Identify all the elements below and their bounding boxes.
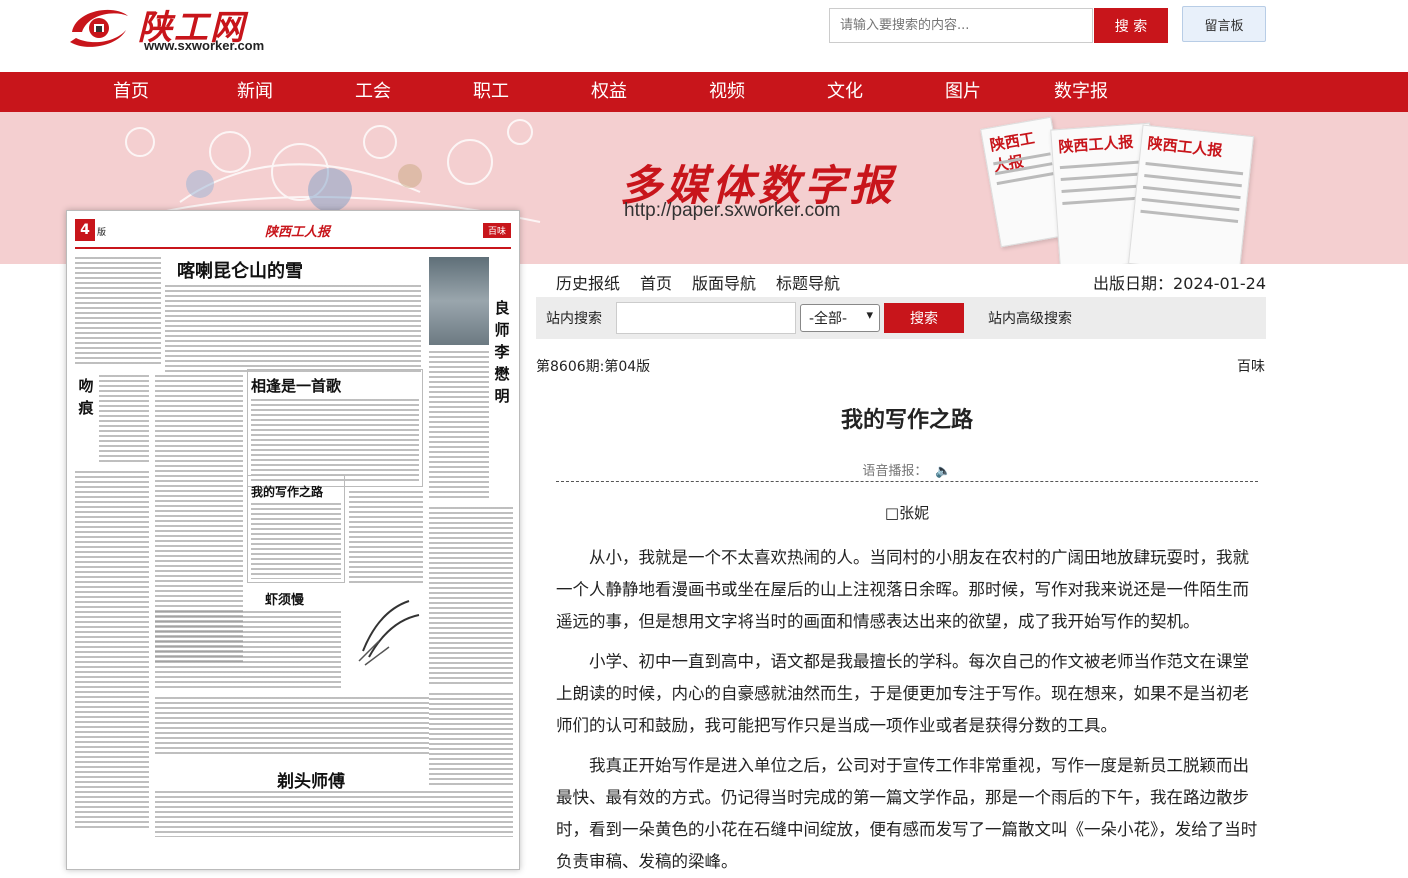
home-link[interactable]: 首页 xyxy=(640,270,672,294)
newspaper-masthead: 陕西工人报 xyxy=(1057,132,1134,157)
page-number: 4 xyxy=(75,219,95,241)
vertical-title[interactable]: 良师李懋明 xyxy=(493,297,511,407)
site-header: 陕工网 www.sxworker.com 搜 索 留言板 xyxy=(0,0,1408,72)
newspaper-masthead: 陕西工人报 xyxy=(988,128,1037,176)
nav-item-video[interactable]: 视频 xyxy=(687,72,767,112)
site-search-button[interactable]: 搜索 xyxy=(884,303,964,333)
logo-mark-icon xyxy=(70,9,128,47)
search-scope-value: -全部- xyxy=(809,311,848,327)
page-section: 百味 xyxy=(482,223,511,238)
banner-newspaper-image: 陕西工人报 xyxy=(1127,124,1255,264)
article-title: 我的写作之路 xyxy=(840,408,973,433)
site-search-input[interactable] xyxy=(616,302,796,334)
search-button[interactable]: 搜 索 xyxy=(1094,8,1168,43)
history-papers-link[interactable]: 历史报纸 xyxy=(556,270,620,294)
publish-date-label: 出版日期： xyxy=(1093,274,1174,293)
nav-item-union[interactable]: 工会 xyxy=(333,72,413,112)
site-search-label: 站内搜索 xyxy=(546,311,602,327)
headline-1[interactable]: 喀喇昆仑山的雪 xyxy=(177,257,303,283)
newspaper-masthead: 陕西工人报 xyxy=(1146,134,1224,160)
site-search-bar: 站内搜索 -全部- ▾ 搜索 站内高级搜索 xyxy=(536,297,1266,339)
page-number-suffix: 版 xyxy=(97,228,107,238)
nav-item-culture[interactable]: 文化 xyxy=(805,72,885,112)
nav-item-home[interactable]: 首页 xyxy=(91,72,171,112)
divider xyxy=(556,481,1258,482)
headline-3[interactable]: 我的写作之路 xyxy=(251,483,323,500)
headline-4[interactable]: 虾须慢 xyxy=(265,589,304,608)
nav-item-digital-paper[interactable]: 数字报 xyxy=(1041,72,1121,112)
issue-info: 第8606期:第04版 xyxy=(536,359,651,375)
voice-broadcast-label: 语音播报： xyxy=(862,464,928,479)
site-logo[interactable]: 陕工网 www.sxworker.com xyxy=(66,0,276,60)
logo-url: www.sxworker.com xyxy=(144,38,265,53)
headline-2[interactable]: 相逢是一首歌 xyxy=(251,375,341,396)
headline-5[interactable]: 剃头师傅 xyxy=(277,767,345,792)
voice-broadcast: 语音播报： 🔈 xyxy=(556,460,1258,479)
publish-date-value: 2024-01-24 xyxy=(1173,274,1266,293)
page-header: 4 版 陕西工人报 百味 xyxy=(75,219,511,249)
paper-toolbar: 历史报纸 首页 版面导航 标题导航 出版日期：2024-01-24 xyxy=(536,266,1266,296)
article-paragraph: 从小，我就是一个不太喜欢热闹的人。当同村的小朋友在农村的广阔田地放肆玩耍时，我就… xyxy=(556,548,1249,631)
article-paragraph: 我真正开始写作是进入单位之后，公司对于宣传工作非常重视，写作一度是新员工脱颖而出… xyxy=(556,756,1258,871)
page-nav-link[interactable]: 版面导航 xyxy=(692,270,756,294)
chevron-down-icon: ▾ xyxy=(866,308,873,323)
column-name: 百味 xyxy=(1237,359,1265,375)
vertical-title[interactable]: 吻痕 xyxy=(77,375,95,419)
nav-item-rights[interactable]: 权益 xyxy=(569,72,649,112)
shrimp-illustration xyxy=(358,600,420,666)
nav-item-news[interactable]: 新闻 xyxy=(215,72,295,112)
advanced-search-link[interactable]: 站内高级搜索 xyxy=(988,308,1072,328)
banner-url[interactable]: http://paper.sxworker.com xyxy=(624,200,841,222)
title-nav-link[interactable]: 标题导航 xyxy=(776,270,840,294)
speaker-icon[interactable]: 🔈 xyxy=(935,464,951,479)
message-board-button[interactable]: 留言板 xyxy=(1182,6,1266,42)
portrait-photo xyxy=(429,257,489,345)
nav-item-workers[interactable]: 职工 xyxy=(451,72,531,112)
page-masthead: 陕西工人报 xyxy=(265,225,331,240)
main-nav: 首页 新闻 工会 职工 权益 视频 文化 图片 数字报 xyxy=(0,72,1408,112)
article-author: □张妮 xyxy=(884,504,930,522)
search-scope-select[interactable]: -全部- ▾ xyxy=(800,304,880,332)
publish-date: 出版日期：2024-01-24 xyxy=(1093,270,1266,294)
article-paragraph: 小学、初中一直到高中，语文都是我最擅长的学科。每次自己的作文被老师当作范文在课堂… xyxy=(556,652,1249,735)
newspaper-page-image[interactable]: 4 版 陕西工人报 百味 喀喇昆仑山的雪 良师李懋明 吻痕 相逢是一首歌 我的写… xyxy=(66,210,520,870)
search-input[interactable] xyxy=(829,8,1093,43)
nav-item-pictures[interactable]: 图片 xyxy=(923,72,1003,112)
